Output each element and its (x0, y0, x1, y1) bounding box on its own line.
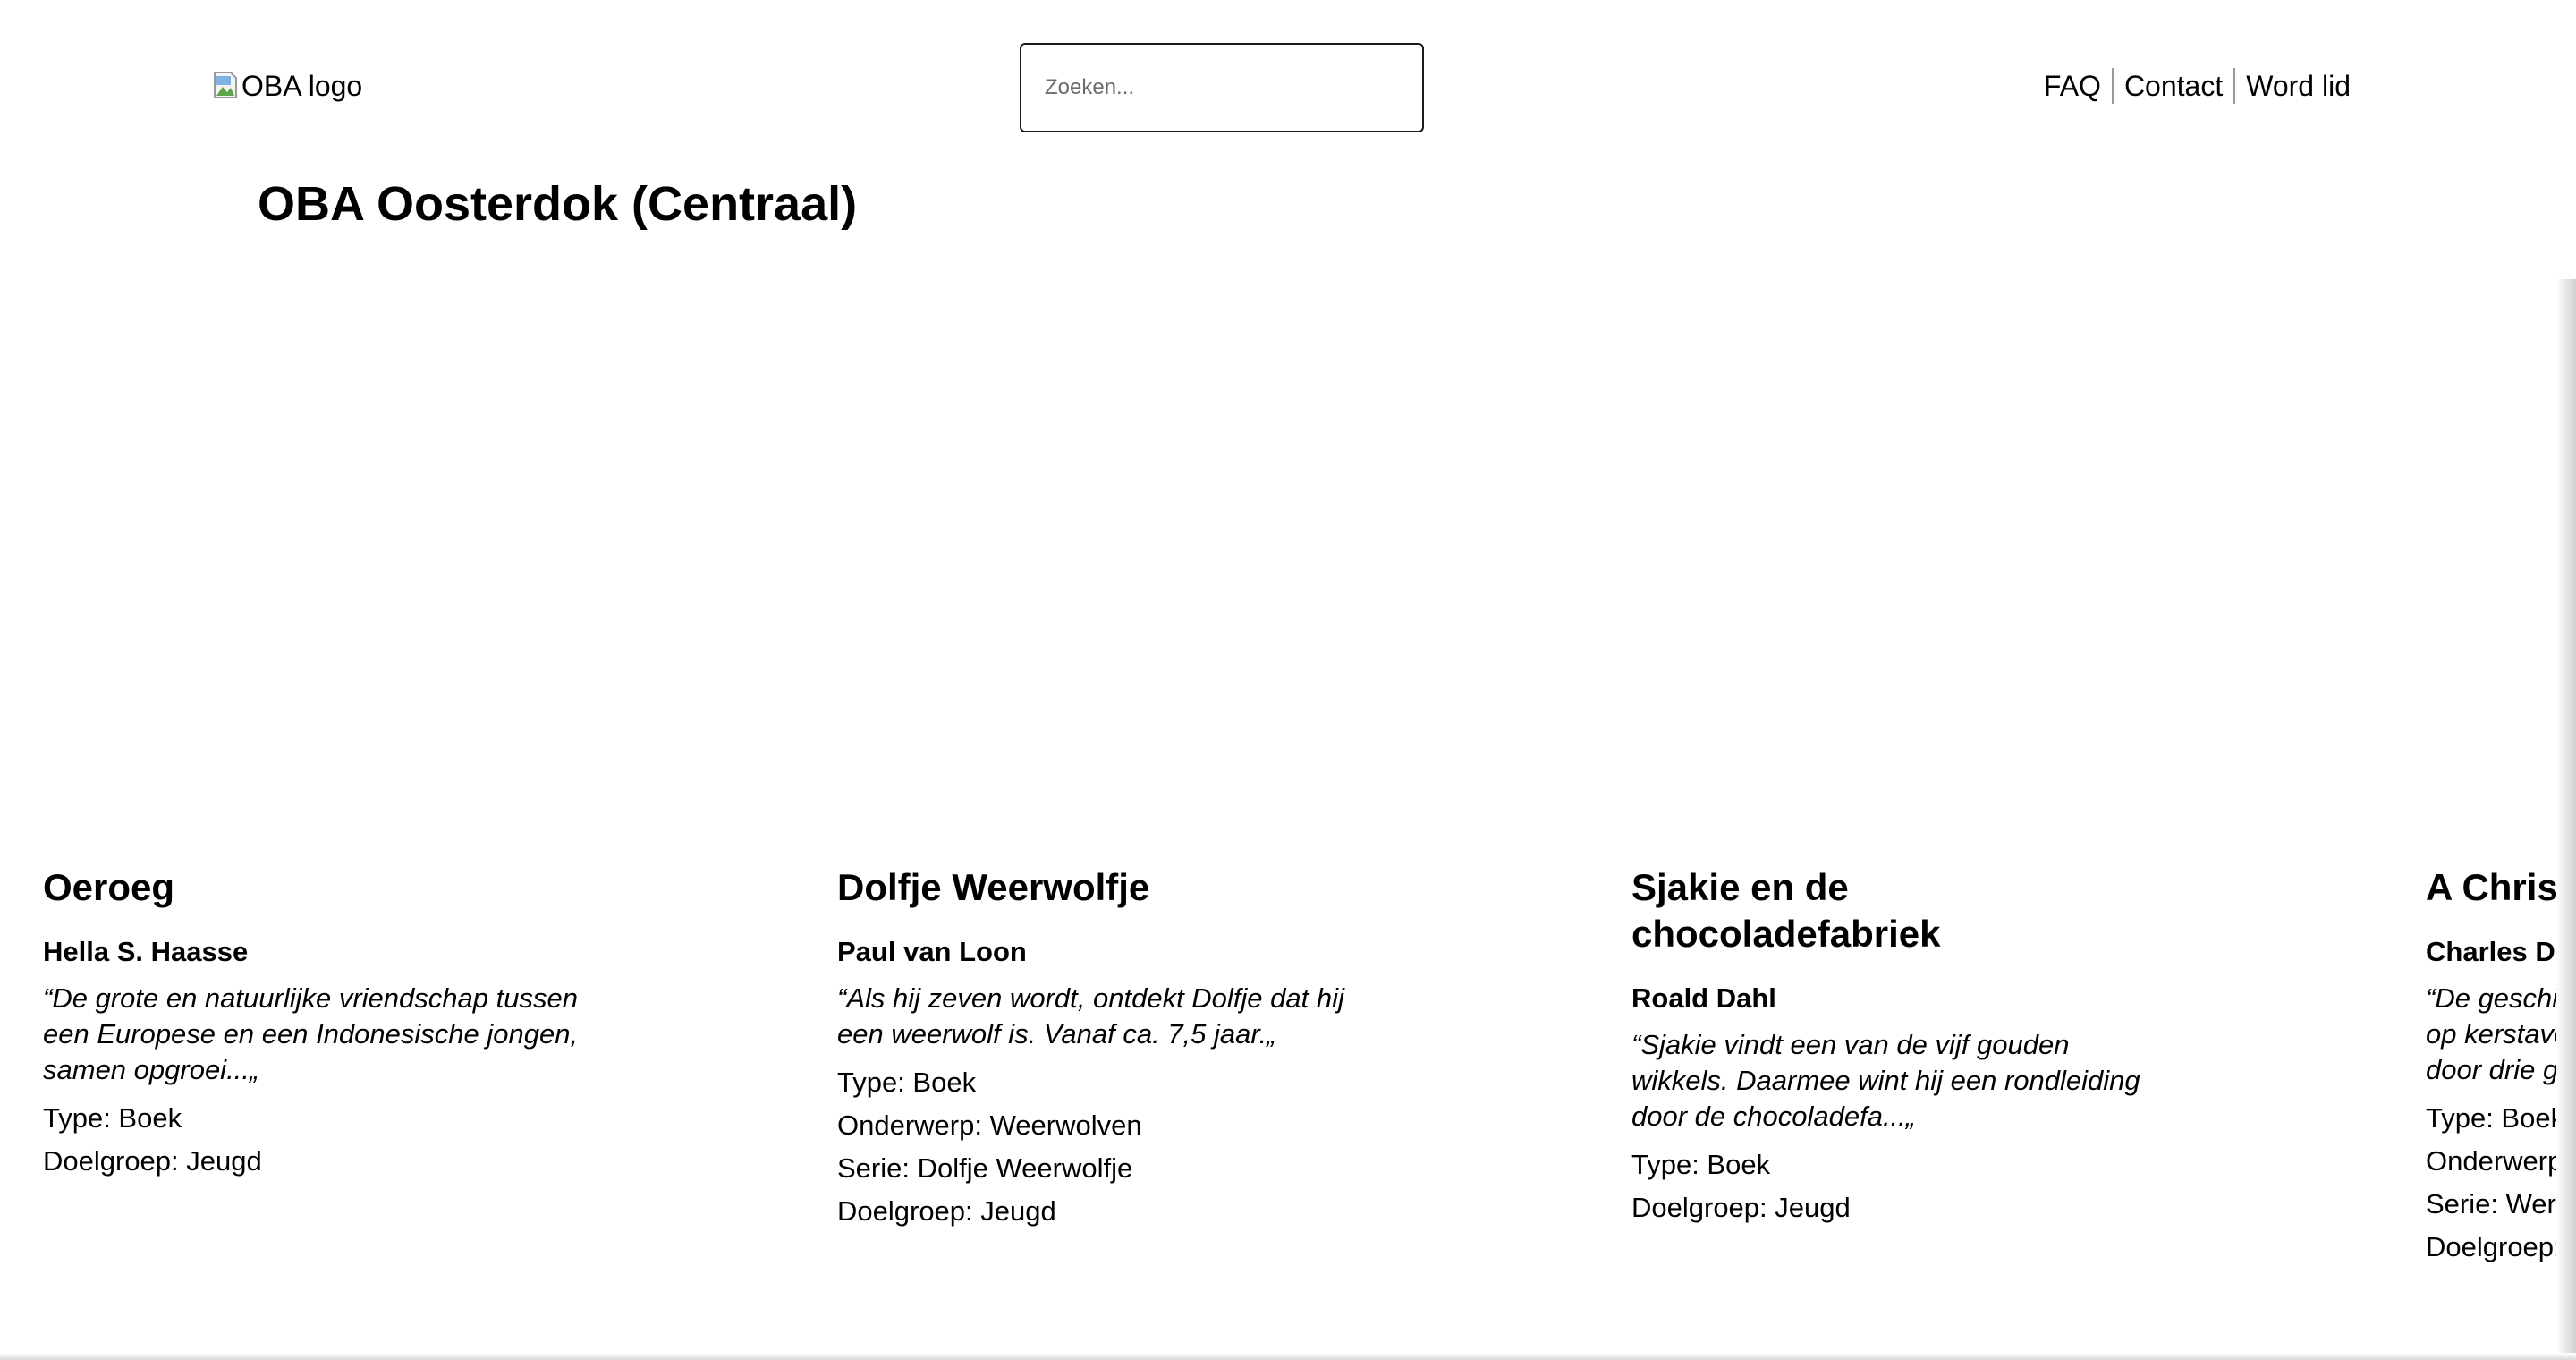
book-author: Paul van Loon (837, 936, 1027, 967)
book-description: “De grote en natuurlijke vriendschap tus… (43, 982, 579, 1085)
book-card[interactable]: A Christ Charles Dic “De geschie op kers… (2426, 864, 2576, 1269)
book-type: Type: Boek (837, 1067, 977, 1098)
book-description: “Sjakie vindt een van de vijf gouden wik… (1631, 1029, 2140, 1132)
book-description: “Als hij zeven wordt, ontdekt Dolfje dat… (837, 982, 1344, 1050)
book-subject: Onderwerp: (2426, 1145, 2571, 1177)
oba-logo[interactable]: OBA logo (213, 68, 362, 104)
top-nav: FAQ Contact Word lid (2033, 66, 2351, 106)
book-author: Hella S. Haasse (43, 936, 249, 967)
book-subject: Onderwerp: Weerwolven (837, 1109, 1142, 1141)
site-header: OBA logo FAQ Contact Word lid OBA Ooster… (0, 0, 2576, 279)
panel-edge-shadow (2556, 279, 2576, 1360)
book-series: Serie: Were (2426, 1188, 2572, 1220)
book-title[interactable]: Oeroeg (43, 864, 580, 911)
book-audience: Doelgroep: Jeugd (837, 1195, 1056, 1227)
book-author: Roald Dahl (1631, 982, 1776, 1014)
nav-link-contact[interactable]: Contact (2114, 66, 2233, 106)
book-series: Serie: Dolfje Weerwolfje (837, 1152, 1133, 1184)
book-title[interactable]: Dolfje Weerwolfje (837, 864, 1374, 911)
page-title: OBA Oosterdok (Centraal) (258, 177, 858, 231)
book-card[interactable]: Sjakie en de chocoladefabriek Roald Dahl… (1631, 864, 2168, 1229)
book-title[interactable]: A Christ (2426, 864, 2576, 911)
logo-alt-text: OBA logo (242, 70, 363, 102)
book-card[interactable]: Dolfje Weerwolfje Paul van Loon “Als hij… (837, 864, 1374, 1233)
book-audience: Doelgroep: Jeugd (1631, 1192, 1851, 1223)
book-title[interactable]: Sjakie en de chocoladefabriek (1631, 864, 2007, 957)
broken-image-icon (213, 71, 240, 101)
results-carousel[interactable]: Oeroeg Hella S. Haasse “De grote en natu… (0, 279, 2576, 1360)
panel-bottom-shadow (0, 1353, 2576, 1360)
book-audience: Doelgroep: Jeugd (43, 1145, 262, 1177)
book-type: Type: Boek (1631, 1149, 1771, 1180)
book-type: Type: Boek (43, 1102, 182, 1134)
book-description: “De geschie op kerstavo door drie ge (2426, 982, 2574, 1085)
nav-link-faq[interactable]: FAQ (2033, 66, 2112, 106)
nav-link-word-lid[interactable]: Word lid (2235, 66, 2351, 106)
book-author: Charles Dic (2426, 936, 2576, 967)
book-card[interactable]: Oeroeg Hella S. Haasse “De grote en natu… (43, 864, 580, 1183)
book-type: Type: Boek (2426, 1102, 2565, 1134)
book-audience: Doelgroep: (2426, 1231, 2562, 1262)
search-input[interactable] (1020, 43, 1424, 132)
